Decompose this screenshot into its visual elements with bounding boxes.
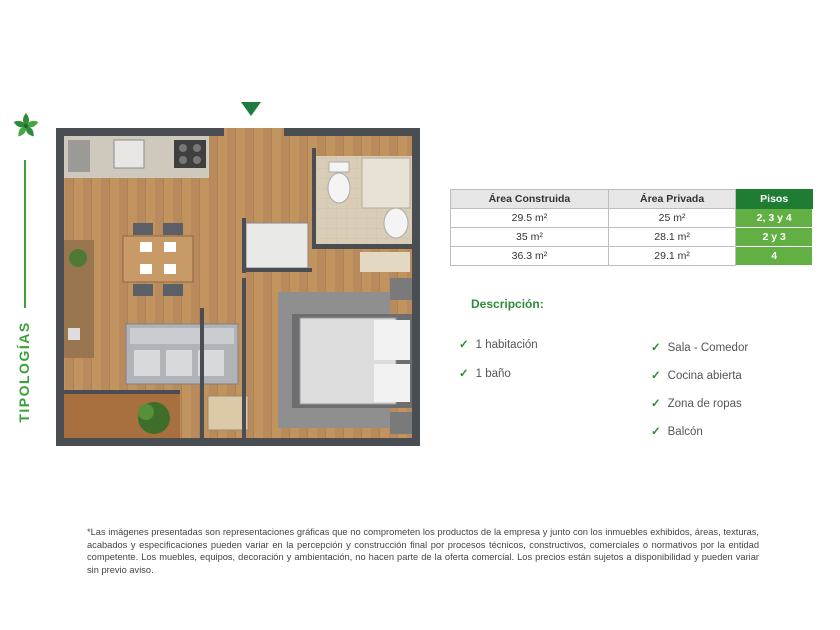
leaf-star-logo-icon [13, 113, 39, 137]
header-pisos: Pisos [735, 189, 813, 209]
list-item-label: Balcón [667, 426, 703, 438]
checkmark-icon: ✓ [651, 398, 661, 410]
table-row: 29.5 m² 25 m² 2, 3 y 4 [450, 208, 813, 228]
list-item: ✓ Balcón [651, 424, 703, 438]
section-title: TIPOLOGÍAS [16, 321, 32, 423]
list-item: ✓ Zona de ropas [651, 396, 742, 410]
table-row: 35 m² 28.1 m² 2 y 3 [450, 227, 813, 247]
floor-plan-image [56, 128, 420, 446]
header-area-privada: Área Privada [607, 189, 737, 209]
list-item-label: Zona de ropas [667, 398, 742, 410]
header-area-construida: Área Construida [450, 189, 609, 209]
table-cell: 35 m² [450, 227, 609, 247]
list-item: ✓ Cocina abierta [651, 368, 742, 382]
table-header-row: Área Construida Área Privada Pisos [450, 189, 813, 209]
entrance-marker-icon [241, 102, 261, 116]
list-item: ✓ 1 habitación [459, 337, 538, 351]
table-cell: 28.1 m² [607, 227, 737, 247]
table-cell: 2 y 3 [735, 227, 813, 247]
table-cell: 4 [735, 246, 813, 266]
checkmark-icon: ✓ [459, 339, 469, 351]
table-cell: 29.5 m² [450, 208, 609, 228]
table-cell: 29.1 m² [607, 246, 737, 266]
table-cell: 36.3 m² [450, 246, 609, 266]
area-table: Área Construida Área Privada Pisos 29.5 … [450, 189, 813, 266]
checkmark-icon: ✓ [651, 426, 661, 438]
list-item-label: 1 baño [475, 368, 511, 380]
table-cell: 2, 3 y 4 [735, 208, 813, 228]
list-item-label: Sala - Comedor [667, 342, 749, 354]
checkmark-icon: ✓ [651, 342, 661, 354]
description-title: Descripción: [471, 297, 544, 311]
checkmark-icon: ✓ [459, 368, 469, 380]
list-item: ✓ Sala - Comedor [651, 340, 748, 354]
table-cell: 25 m² [607, 208, 737, 228]
checkmark-icon: ✓ [651, 370, 661, 382]
list-item: ✓ 1 baño [459, 366, 511, 380]
table-row: 36.3 m² 29.1 m² 4 [450, 246, 813, 266]
disclaimer-text: *Las imágenes presentadas son representa… [87, 527, 759, 575]
list-item-label: 1 habitación [475, 339, 538, 351]
list-item-label: Cocina abierta [667, 370, 742, 382]
sidebar-divider [24, 160, 26, 308]
